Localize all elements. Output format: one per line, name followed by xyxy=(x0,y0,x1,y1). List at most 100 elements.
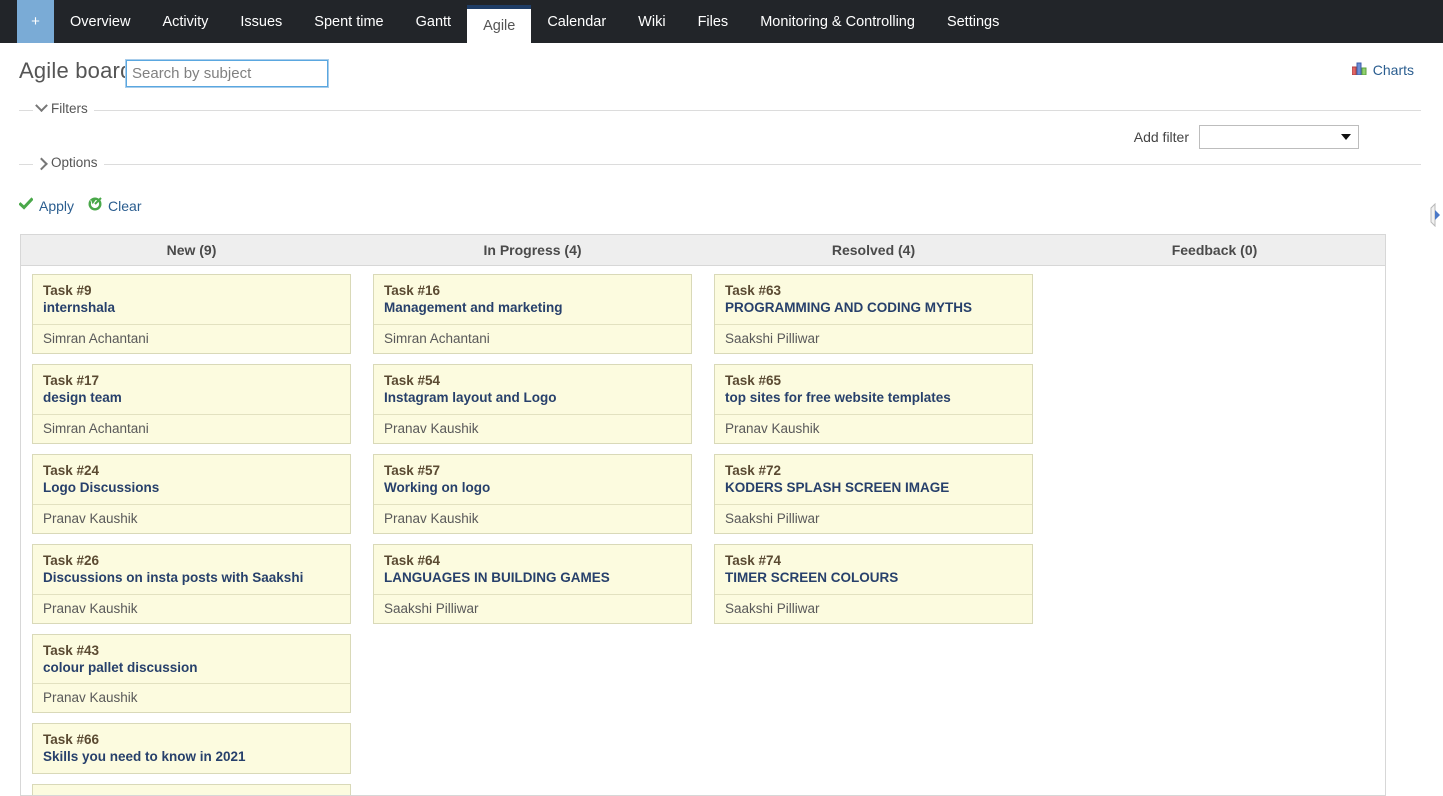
add-filter-select[interactable] xyxy=(1199,125,1359,149)
nav-item-overview[interactable]: Overview xyxy=(54,0,146,43)
task-card-main: Task #72 KODERS SPLASH SCREEN IMAGE xyxy=(715,455,1032,504)
board-column-feedback[interactable] xyxy=(1044,266,1385,786)
task-card[interactable]: Task #43 colour pallet discussion Pranav K… xyxy=(32,633,351,714)
task-card[interactable]: Task #17 design team Simran Achantani xyxy=(32,363,351,444)
task-id[interactable]: Task #66 xyxy=(43,732,340,747)
task-assignee: Simran Achantani xyxy=(33,323,350,353)
filters-fieldset: Filters Add filter xyxy=(19,99,1421,153)
task-id[interactable]: Task #63 xyxy=(725,283,1022,298)
column-header-feedback: Feedback (0) xyxy=(1171,242,1258,258)
board-column-in-progress[interactable]: Task #16 Management and marketing Simran A… xyxy=(362,266,703,786)
task-card[interactable]: Task #54 Instagram layout and Logo Pranav … xyxy=(373,363,692,444)
task-title[interactable]: Working on logo xyxy=(384,480,681,497)
task-id[interactable]: Task #16 xyxy=(384,283,681,298)
task-card-main: Task #54 Instagram layout and Logo xyxy=(374,365,691,414)
nav-item-spent-time[interactable]: Spent time xyxy=(298,0,399,43)
task-id[interactable]: Task #65 xyxy=(725,373,1022,388)
task-title[interactable]: Discussions on insta posts with Saakshi xyxy=(43,570,340,587)
task-id[interactable]: Task #74 xyxy=(725,553,1022,568)
task-card-main: Task #65 top sites for free website templ… xyxy=(715,365,1032,414)
task-title[interactable]: LANGUAGES IN BUILDING GAMES xyxy=(384,570,681,587)
check-icon xyxy=(18,197,34,214)
nav-item-activity[interactable]: Activity xyxy=(146,0,224,43)
task-card-main: Task #43 colour pallet discussion xyxy=(33,635,350,684)
nav-item-settings[interactable]: Settings xyxy=(931,0,1015,43)
nav-item-gantt[interactable]: Gantt xyxy=(400,0,467,43)
charts-link[interactable]: Charts xyxy=(1351,62,1414,78)
bar-chart-icon xyxy=(1351,62,1367,78)
task-card[interactable]: Task #74 TIMER SCREEN COLOURS Saakshi Pill… xyxy=(714,543,1033,624)
charts-label: Charts xyxy=(1372,62,1414,78)
task-card[interactable]: Task #66 Skills you need to know in 2021 xyxy=(32,723,351,775)
clear-button[interactable]: Clear xyxy=(88,197,142,214)
agile-board: New (9) In Progress (4) Resolved (4) Feedba… xyxy=(20,234,1386,796)
nav-item-wiki[interactable]: Wiki xyxy=(622,0,681,43)
task-id[interactable]: Task #9 xyxy=(43,283,340,298)
task-id[interactable]: Task #64 xyxy=(384,553,681,568)
task-card-main: Task #63 PROGRAMMING AND CODING MYTHS xyxy=(715,275,1032,324)
add-filter-group: Add filter xyxy=(1134,125,1359,149)
task-assignee: Pranav Kaushik xyxy=(374,413,691,443)
options-divider xyxy=(19,164,1421,165)
task-title[interactable]: Logo Discussions xyxy=(43,480,340,497)
task-card[interactable]: Task #65 top sites for free website templ… xyxy=(714,363,1033,444)
nav-item-calendar[interactable]: Calendar xyxy=(531,0,622,43)
task-title[interactable]: KODERS SPLASH SCREEN IMAGE xyxy=(725,480,1022,497)
task-title[interactable]: top sites for free website templates xyxy=(725,390,1022,407)
options-legend-label: Options xyxy=(51,155,98,170)
board-column-resolved[interactable]: Task #63 PROGRAMMING AND CODING MYTHS Saak… xyxy=(703,266,1044,786)
task-card[interactable]: Task #24 Logo Discussions Pranav Kaushik xyxy=(32,453,351,534)
task-card-main: Task #26 Discussions on insta posts with … xyxy=(33,545,350,594)
clear-label: Clear xyxy=(108,197,142,214)
search-input[interactable] xyxy=(125,59,329,88)
task-id[interactable]: Task #57 xyxy=(384,463,681,478)
apply-button[interactable]: Apply xyxy=(18,197,74,214)
task-card[interactable] xyxy=(32,784,351,795)
sidebar-expand-toggle[interactable] xyxy=(1430,202,1443,228)
task-assignee: Saakshi Pilliwar xyxy=(374,593,691,623)
task-card[interactable]: Task #9 internshala Simran Achantani xyxy=(32,274,351,354)
top-navigation: + Overview Activity Issues Spent time Gantt A… xyxy=(0,0,1443,43)
task-id[interactable]: Task #17 xyxy=(43,373,340,388)
task-assignee: Pranav Kaushik xyxy=(374,503,691,533)
task-title[interactable]: Management and marketing xyxy=(384,300,681,317)
task-title[interactable]: TIMER SCREEN COLOURS xyxy=(725,570,1022,587)
task-assignee: Pranav Kaushik xyxy=(715,413,1032,443)
task-id[interactable]: Task #43 xyxy=(43,643,340,658)
task-card[interactable]: Task #57 Working on logo Pranav Kaushik xyxy=(373,453,692,534)
task-id[interactable]: Task #54 xyxy=(384,373,681,388)
task-id[interactable]: Task #26 xyxy=(43,553,340,568)
task-assignee: Simran Achantani xyxy=(33,413,350,443)
nav-item-agile[interactable]: Agile xyxy=(467,5,532,43)
task-id[interactable]: Task #72 xyxy=(725,463,1022,478)
add-project-button[interactable]: + xyxy=(17,0,54,43)
task-title[interactable]: PROGRAMMING AND CODING MYTHS xyxy=(725,300,1022,317)
task-assignee: Saakshi Pilliwar xyxy=(715,593,1032,623)
task-title[interactable]: Skills you need to know in 2021 xyxy=(43,749,340,766)
task-card[interactable]: Task #26 Discussions on insta posts with … xyxy=(32,543,351,624)
task-card[interactable]: Task #72 KODERS SPLASH SCREEN IMAGE Saaksh… xyxy=(714,453,1033,534)
task-card-main: Task #74 TIMER SCREEN COLOURS xyxy=(715,545,1032,594)
board-column-new[interactable]: Task #9 internshala Simran Achantani Task #… xyxy=(21,266,362,795)
nav-item-monitoring-controlling[interactable]: Monitoring & Controlling xyxy=(744,0,931,43)
board-column-headers: New (9) In Progress (4) Resolved (4) Feedba… xyxy=(21,235,1385,266)
task-title[interactable]: Instagram layout and Logo xyxy=(384,390,681,407)
task-id[interactable]: Task #24 xyxy=(43,463,340,478)
task-title[interactable]: colour pallet discussion xyxy=(43,660,340,677)
column-header-in-progress: In Progress (4) xyxy=(483,242,582,258)
task-card[interactable]: Task #63 PROGRAMMING AND CODING MYTHS Saak… xyxy=(714,274,1033,354)
filter-actions: Apply Clear xyxy=(18,197,142,214)
nav-item-files[interactable]: Files xyxy=(682,0,745,43)
task-card[interactable]: Task #64 LANGUAGES IN BUILDING GAMES Saaks… xyxy=(373,543,692,624)
task-assignee: Pranav Kaushik xyxy=(33,503,350,533)
filters-legend-toggle[interactable]: Filters xyxy=(33,99,94,116)
task-assignee: Pranav Kaushik xyxy=(33,593,350,623)
task-assignee: Saakshi Pilliwar xyxy=(715,323,1032,353)
task-card-main xyxy=(33,785,350,795)
nav-item-issues[interactable]: Issues xyxy=(224,0,298,43)
options-legend-toggle[interactable]: Options xyxy=(33,155,104,171)
nav-item-list: Overview Activity Issues Spent time Gantt Agi… xyxy=(54,0,1015,43)
task-card[interactable]: Task #16 Management and marketing Simran A… xyxy=(373,274,692,354)
task-title[interactable]: design team xyxy=(43,390,340,407)
task-title[interactable]: internshala xyxy=(43,300,340,317)
